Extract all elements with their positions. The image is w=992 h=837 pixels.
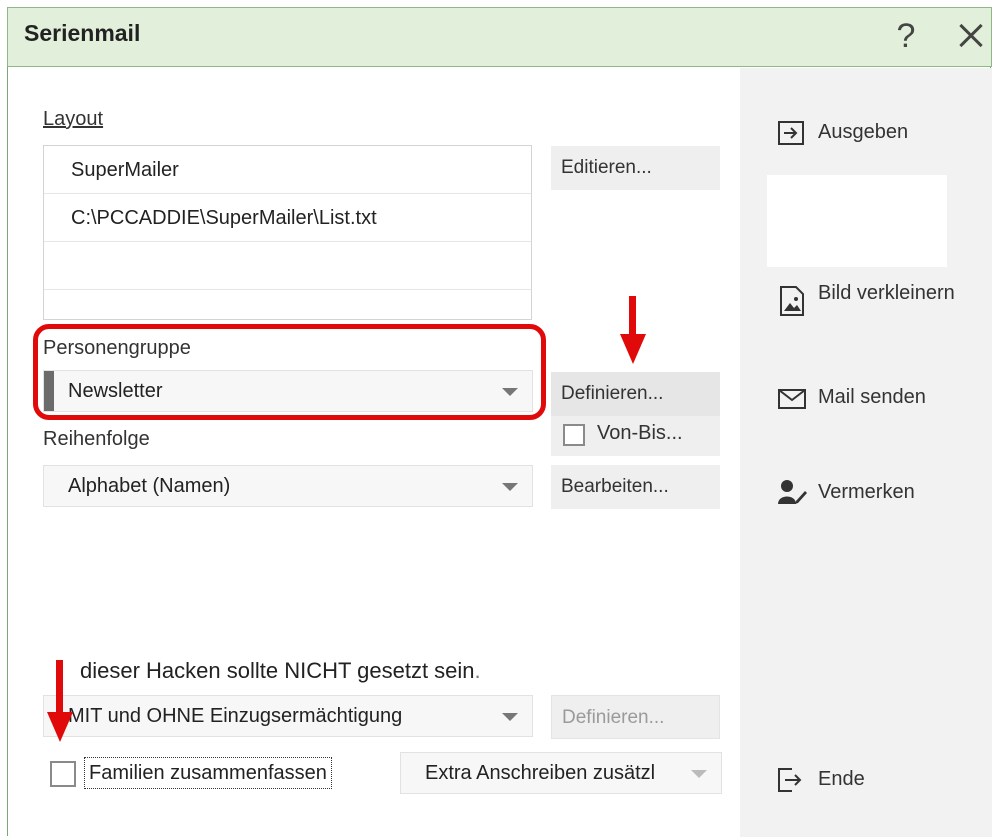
ende-label: Ende [818,768,865,790]
familien-label[interactable]: Familien zusammenfassen [84,757,332,789]
user-edit-icon [778,480,807,504]
list-item[interactable] [44,242,531,290]
einzug-value: MIT und OHNE Einzugsermächtigung [68,705,403,727]
annotation-text: dieser Hacken sollte NICHT gesetzt sein. [80,658,481,683]
help-button[interactable]: ? [889,14,923,58]
editieren-button[interactable]: Editieren... [551,146,720,190]
chevron-down-icon [691,770,707,778]
chevron-down-icon [502,713,518,721]
layout-list[interactable]: SuperMailer C:\PCCADDIE\SuperMailer\List… [43,145,532,320]
bild-verkleinern-button[interactable]: Bild verkleinern [778,278,983,318]
highlight-frame [33,324,546,420]
image-icon [780,286,804,316]
von-bis-label: Von-Bis... [597,422,683,444]
reihenfolge-select[interactable]: Alphabet (Namen) [43,465,533,507]
bearbeiten-button[interactable]: Bearbeiten... [551,465,720,509]
close-icon[interactable] [950,14,990,58]
list-item[interactable]: C:\PCCADDIE\SuperMailer\List.txt [44,194,531,242]
extra-value: Extra Anschreiben zusätzl [425,762,656,784]
reihenfolge-label: Reihenfolge [43,428,150,450]
title-bar [7,7,992,67]
mail-senden-label: Mail senden [818,386,926,408]
extra-select[interactable]: Extra Anschreiben zusätzl [400,752,722,794]
von-bis-checkbox[interactable] [563,424,585,446]
ausgeben-label: Ausgeben [818,121,909,143]
definieren-button[interactable]: Definieren... [551,372,720,416]
von-bis-container[interactable]: Von-Bis... [551,416,720,456]
down-arrow-icon [47,712,73,742]
einzug-definieren-button[interactable]: Definieren... [551,695,720,739]
familien-checkbox[interactable] [50,761,76,787]
export-icon [778,121,804,145]
mail-senden-button[interactable]: Mail senden [778,384,978,414]
list-item[interactable]: SuperMailer [44,146,531,194]
image-preview [767,175,947,267]
layout-label: Layout [43,108,104,130]
down-arrow-icon [620,334,646,364]
reihenfolge-value: Alphabet (Namen) [68,475,231,497]
bild-verkleinern-label: Bild verkleinern [818,282,955,304]
vermerken-button[interactable]: Vermerken [778,477,978,507]
ausgeben-button[interactable]: Ausgeben [778,118,968,148]
einzug-select[interactable]: MIT und OHNE Einzugsermächtigung [43,695,533,737]
vermerken-label: Vermerken [818,481,915,503]
arrow-shaft [56,660,63,716]
ende-button[interactable]: Ende [778,765,928,795]
chevron-down-icon [502,483,518,491]
dialog-title: Serienmail [24,20,141,46]
arrow-shaft [629,296,636,338]
mail-icon [778,389,806,409]
exit-icon [778,768,802,792]
